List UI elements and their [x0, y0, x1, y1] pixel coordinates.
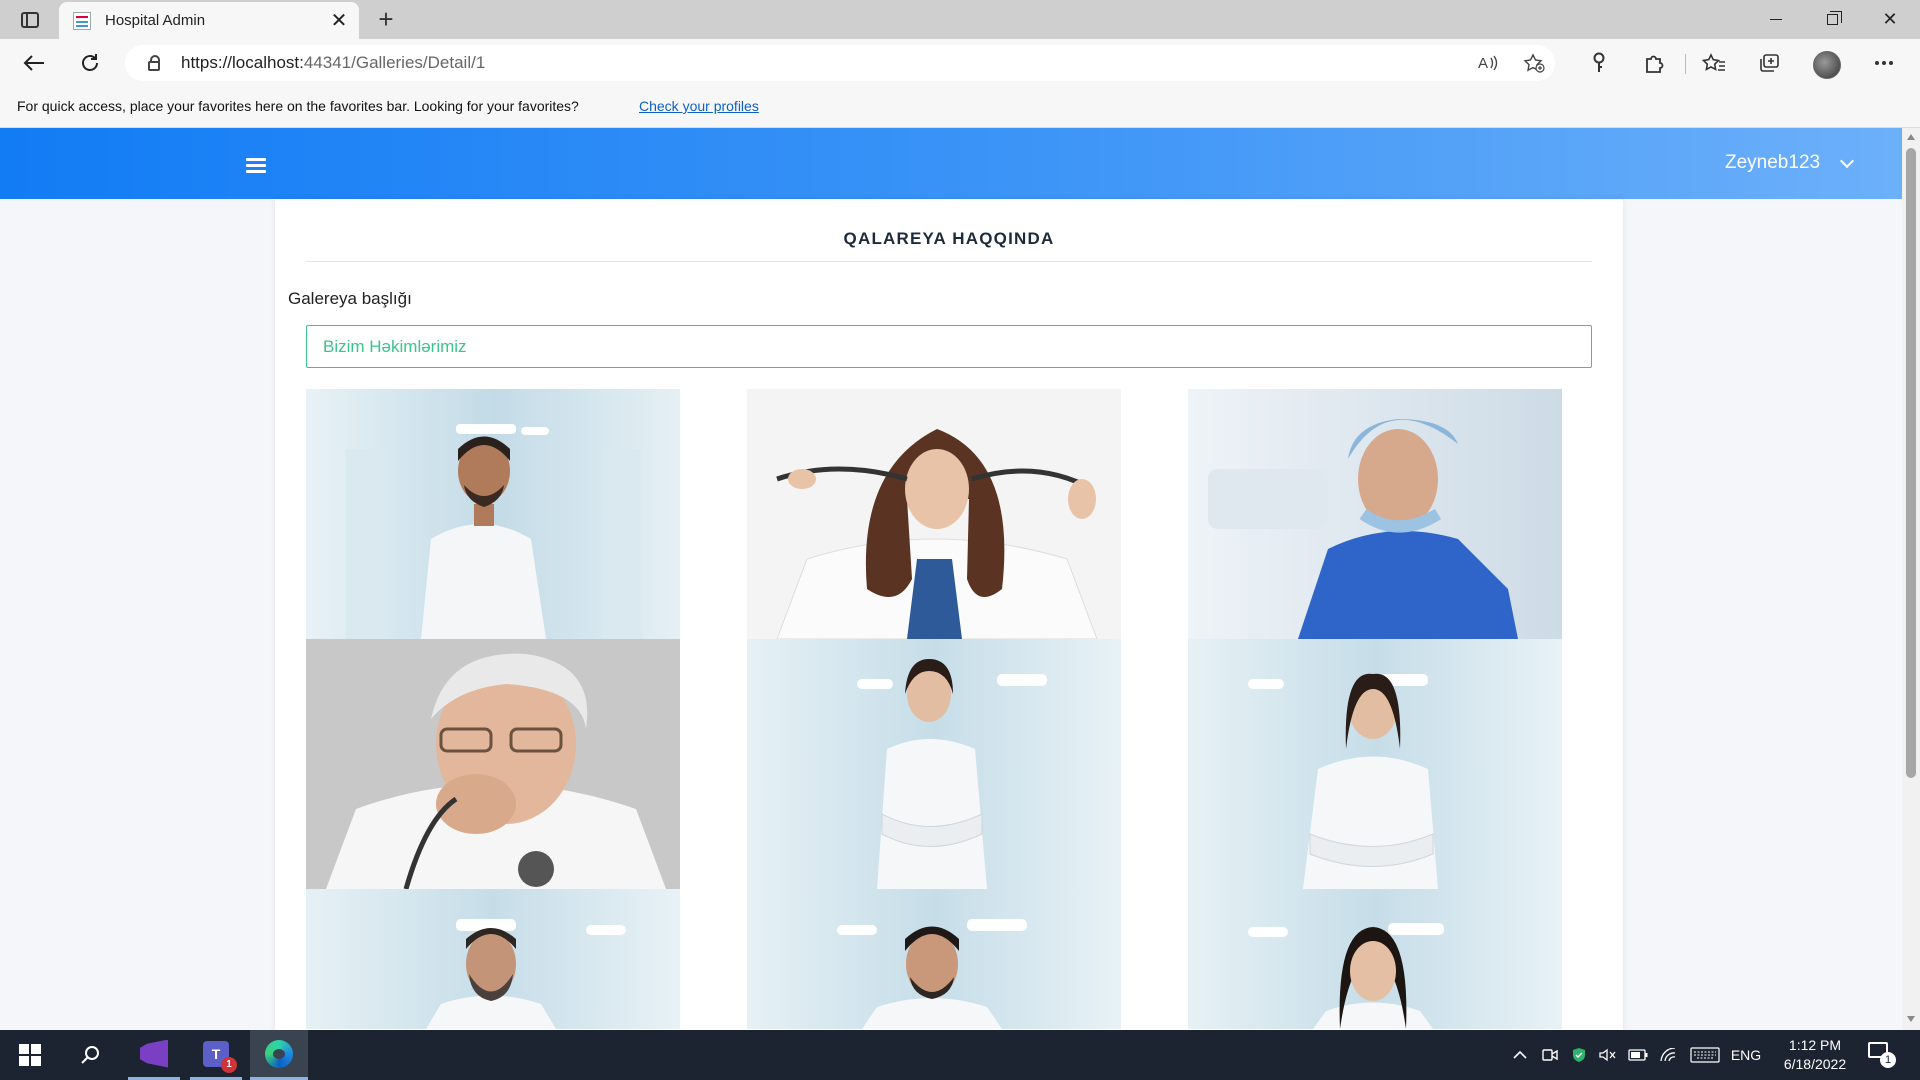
window-minimize-button[interactable] — [1748, 0, 1804, 39]
favorites-star-icon[interactable] — [1697, 47, 1731, 79]
new-tab-button[interactable]: + — [370, 4, 402, 36]
wifi-icon[interactable] — [1656, 1030, 1680, 1080]
taskbar-clock[interactable]: 1:12 PM 6/18/2022 — [1770, 1036, 1860, 1074]
url-field[interactable]: https://localhost:44341/Galleries/Detail… — [125, 45, 1555, 81]
start-windows-icon[interactable] — [0, 1030, 60, 1080]
chevron-up-icon[interactable] — [1509, 1030, 1531, 1080]
gallery-image-male-doctor-hallway[interactable] — [306, 389, 680, 639]
tab-actions-icon[interactable] — [14, 9, 46, 31]
teams-icon[interactable]: T1 — [190, 1030, 242, 1080]
tab-close-icon[interactable]: ✕ — [325, 8, 353, 33]
profile-avatar[interactable] — [1813, 51, 1841, 79]
language-indicator[interactable]: ENG — [1726, 1030, 1766, 1080]
gallery-title-label: Galereya başlığı — [288, 289, 412, 308]
extensions-puzzle-icon[interactable] — [1637, 47, 1671, 79]
battery-icon[interactable] — [1626, 1030, 1650, 1080]
back-arrow-icon[interactable] — [17, 47, 51, 79]
gallery-image-surgeon-blue-scrubs[interactable] — [1188, 389, 1562, 639]
windows-taskbar: T1 ENG 1:12 PM 6/18/2022 1 — [0, 1030, 1920, 1080]
svg-text:A: A — [1478, 55, 1488, 72]
lock-icon[interactable] — [148, 54, 160, 71]
clock-time: 1:12 PM — [1788, 1037, 1842, 1053]
gallery-detail-card: QALAREYA HAQQINDA Galereya başlığı — [275, 199, 1623, 1030]
scroll-up-icon[interactable] — [1907, 134, 1915, 140]
more-options-icon[interactable] — [1867, 47, 1901, 79]
volume-muted-icon[interactable] — [1597, 1030, 1619, 1080]
password-key-icon[interactable] — [1582, 47, 1616, 79]
page-viewport: Zeyneb123 QALAREYA HAQQINDA Galereya baş… — [0, 128, 1902, 1030]
visual-studio-icon[interactable] — [128, 1030, 180, 1080]
gallery-image-female-doctor-arms-crossed[interactable] — [747, 639, 1121, 889]
keyboard-icon[interactable] — [1688, 1030, 1722, 1080]
gallery-image-male-doctor-portrait[interactable] — [747, 889, 1121, 1029]
scrollbar-thumb[interactable] — [1906, 148, 1916, 778]
read-aloud-icon[interactable]: A — [1477, 53, 1499, 78]
browser-tab[interactable]: Hospital Admin ✕ — [59, 2, 359, 39]
menu-hamburger-icon[interactable] — [246, 158, 266, 174]
tab-favicon-icon — [73, 11, 91, 30]
address-bar-row: https://localhost:44341/Galleries/Detail… — [0, 39, 1920, 87]
notification-center-icon[interactable]: 1 — [1868, 1042, 1896, 1068]
gallery-image-female-doctor-portrait[interactable] — [1188, 889, 1562, 1029]
page-scrollbar[interactable] — [1902, 128, 1920, 1030]
title-divider — [306, 261, 1592, 262]
toolbar-separator — [1685, 54, 1686, 74]
teams-letter: T — [211, 1045, 221, 1062]
gallery-image-female-doctor-hallway[interactable] — [1188, 639, 1562, 889]
url-path: 44341/Galleries/Detail/1 — [303, 53, 486, 72]
refresh-icon[interactable] — [73, 47, 107, 79]
check-profiles-link[interactable]: Check your profiles — [639, 98, 759, 114]
teams-badge: 1 — [221, 1056, 237, 1073]
window-restore-button[interactable] — [1804, 0, 1860, 39]
gallery-image-male-doctor-beard[interactable] — [306, 889, 680, 1029]
window-close-button[interactable]: ✕ — [1862, 0, 1918, 39]
chevron-down-icon[interactable] — [1839, 153, 1855, 169]
notification-badge: 1 — [1880, 1052, 1896, 1068]
tab-title: Hospital Admin — [105, 12, 206, 29]
url-host: https://localhost: — [181, 53, 304, 72]
scroll-down-icon[interactable] — [1907, 1016, 1915, 1022]
browser-tab-bar: Hospital Admin ✕ + ✕ — [0, 0, 1920, 39]
security-shield-icon[interactable] — [1568, 1030, 1590, 1080]
favorites-bar-message: For quick access, place your favorites h… — [17, 98, 579, 114]
add-favorite-star-icon[interactable] — [1523, 53, 1545, 78]
gallery-title-input[interactable] — [306, 325, 1592, 368]
collections-icon[interactable] — [1752, 47, 1786, 79]
page-title: QALAREYA HAQQINDA — [843, 229, 1055, 248]
user-menu-name[interactable]: Zeyneb123 — [1725, 152, 1820, 174]
search-icon[interactable] — [66, 1030, 114, 1080]
gallery-image-female-doctor-stethoscope[interactable] — [747, 389, 1121, 639]
app-header: Zeyneb123 — [0, 128, 1902, 199]
favorites-bar: For quick access, place your favorites h… — [0, 87, 1920, 128]
edge-browser-icon[interactable] — [250, 1030, 308, 1080]
meet-camera-icon[interactable] — [1539, 1030, 1561, 1080]
gallery-image-elderly-doctor-glasses[interactable] — [306, 639, 680, 889]
clock-date: 6/18/2022 — [1783, 1056, 1847, 1072]
